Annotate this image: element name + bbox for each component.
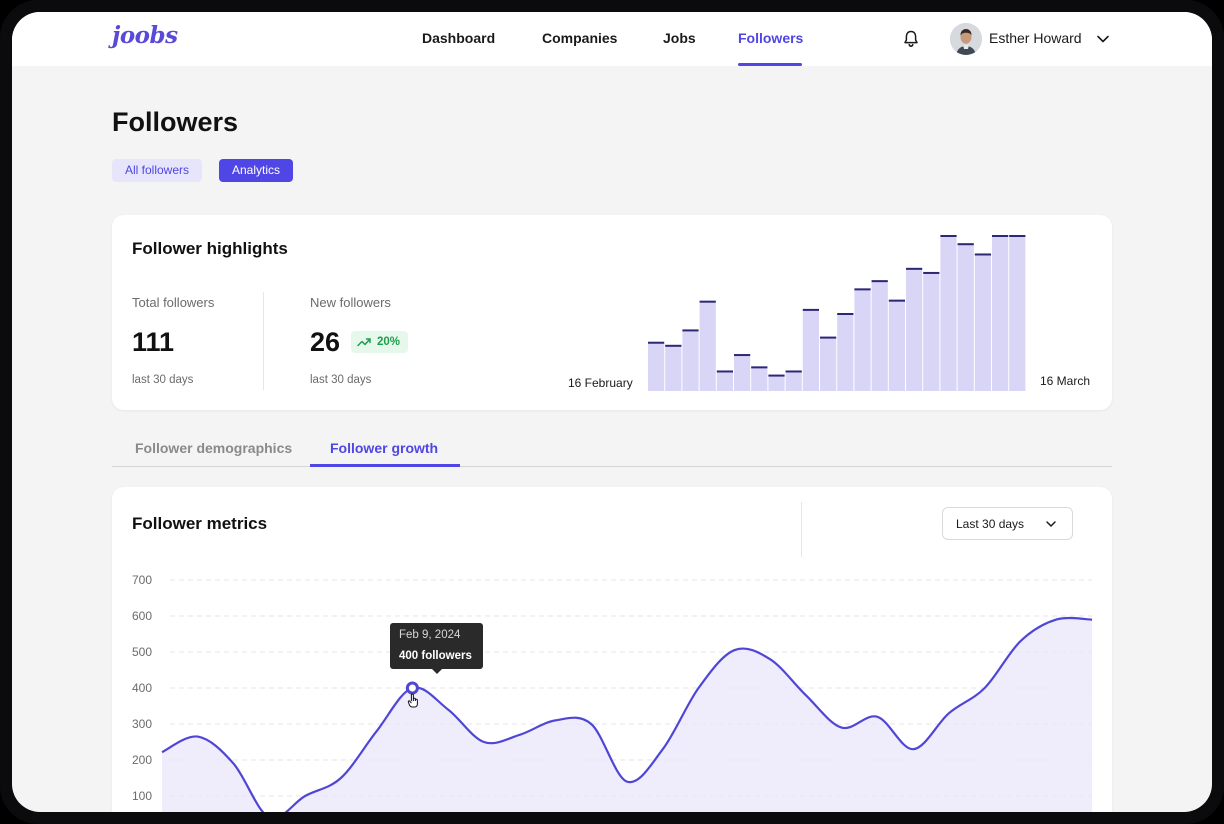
date-range-select[interactable]: Last 30 days [942, 507, 1073, 540]
bar [837, 313, 854, 391]
new-followers-label: New followers [310, 295, 391, 310]
user-avatar[interactable] [950, 23, 982, 55]
tooltip-value: 400 followers [399, 650, 472, 662]
tab-active-indicator [310, 464, 460, 467]
y-tick-label: 200 [132, 753, 152, 767]
total-followers-value: 111 [132, 327, 175, 357]
total-followers-label: Total followers [132, 295, 215, 310]
y-tick-label: 300 [132, 717, 152, 731]
growth-percent: 20% [377, 336, 401, 348]
tooltip-arrow [432, 669, 442, 674]
card-title: Follower metrics [132, 514, 268, 533]
bar [682, 329, 699, 391]
bar [768, 374, 785, 391]
bell-icon[interactable] [902, 29, 920, 49]
bar [906, 267, 923, 391]
tabs-divider [112, 466, 1112, 467]
bar [871, 280, 888, 391]
follower-highlights-card: Follower highlights Total followers 111 … [112, 215, 1112, 410]
follower-growth-chart: 100 200 300 400 500 600 700 [132, 573, 1093, 812]
bar [820, 336, 837, 391]
bar [699, 300, 716, 391]
header-divider [801, 502, 802, 557]
chevron-down-icon [1046, 521, 1056, 527]
bars-start-date: 16 February [568, 376, 633, 390]
bar [648, 341, 665, 391]
y-tick-label: 500 [132, 645, 152, 659]
bar [854, 288, 871, 391]
new-followers-value: 26 [310, 327, 341, 357]
top-navbar: joobs Dashboard Companies Jobs Followers [12, 12, 1212, 66]
app-logo[interactable]: joobs [112, 22, 178, 49]
follower-bar-chart [648, 235, 1026, 391]
bar [957, 243, 974, 391]
user-name[interactable]: Esther Howard [989, 30, 1082, 46]
bars-end-date: 16 March [1040, 374, 1091, 388]
nav-dashboard[interactable]: Dashboard [422, 30, 495, 46]
y-tick-label: 600 [132, 609, 152, 623]
tab-follower-demographics[interactable]: Follower demographics [135, 440, 292, 456]
chevron-down-icon[interactable] [1096, 32, 1110, 46]
bar [992, 235, 1009, 391]
tab-analytics[interactable]: Analytics [219, 159, 294, 182]
bar [940, 235, 957, 391]
page-title: Followers [112, 107, 239, 137]
bar [923, 271, 940, 391]
new-followers-period: last 30 days [310, 374, 372, 386]
bar [888, 299, 905, 391]
y-tick-label: 700 [132, 573, 152, 587]
bar [974, 253, 991, 391]
bar [1009, 235, 1026, 391]
app-screen: joobs Dashboard Companies Jobs Followers [12, 12, 1212, 812]
bar [785, 370, 802, 391]
nav-companies[interactable]: Companies [542, 30, 617, 46]
y-tick-label: 100 [132, 789, 152, 803]
card-title: Follower highlights [132, 239, 288, 258]
tab-follower-growth[interactable]: Follower growth [330, 440, 438, 456]
stat-divider [263, 292, 264, 390]
growth-badge: 20% [351, 331, 409, 353]
data-point-highlight[interactable] [405, 681, 419, 695]
area-fill [162, 618, 1092, 812]
nav-jobs[interactable]: Jobs [663, 30, 696, 46]
bar [716, 370, 733, 391]
bar [734, 354, 751, 391]
bar [665, 344, 682, 391]
total-followers-period: last 30 days [132, 374, 194, 386]
bar [802, 308, 819, 391]
y-tick-label: 400 [132, 681, 152, 695]
bar [751, 366, 768, 391]
trending-up-icon [357, 338, 371, 347]
date-range-value: Last 30 days [956, 517, 1025, 531]
nav-active-indicator [738, 63, 802, 66]
nav-followers[interactable]: Followers [738, 30, 803, 46]
tooltip-date: Feb 9, 2024 [399, 629, 461, 641]
device-frame: joobs Dashboard Companies Jobs Followers [0, 0, 1224, 824]
chart-tooltip: Feb 9, 2024 400 followers [390, 623, 483, 674]
tab-all-followers[interactable]: All followers [112, 159, 203, 182]
